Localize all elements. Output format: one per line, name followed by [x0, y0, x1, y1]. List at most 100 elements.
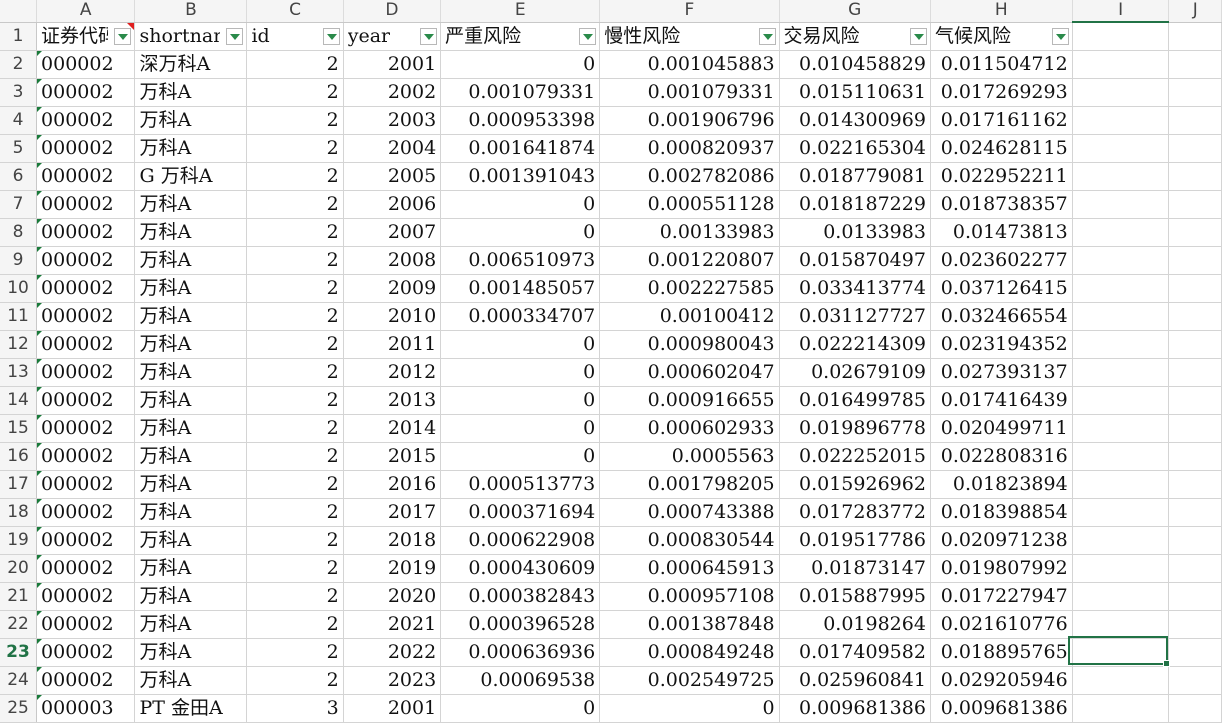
cell-chronic-risk[interactable]: 0.002227585 — [599, 274, 780, 303]
cell-severe-risk[interactable]: 0.000622908 — [440, 526, 601, 555]
cell-severe-risk[interactable]: 0 — [440, 330, 601, 359]
cell-shortname[interactable]: 万科A — [134, 526, 248, 555]
cell-transition-risk[interactable]: 0.016499785 — [779, 386, 931, 415]
cell-severe-risk[interactable]: 0.000371694 — [440, 498, 601, 527]
cell-chronic-risk[interactable]: 0.002549725 — [599, 666, 780, 695]
cell-shortname[interactable]: 万科A — [134, 330, 248, 359]
row-header[interactable]: 8 — [0, 218, 38, 247]
cell-transition-risk[interactable]: 0.015887995 — [779, 582, 931, 611]
filter-dropdown-button[interactable] — [579, 27, 597, 45]
cell-security-code[interactable]: 000002 — [36, 162, 136, 191]
row-header[interactable]: 12 — [0, 330, 38, 359]
cell-chronic-risk[interactable]: 0.000957108 — [599, 582, 780, 611]
cell-severe-risk[interactable]: 0.000382843 — [440, 582, 601, 611]
row-header[interactable]: 17 — [0, 470, 38, 499]
cell-chronic-risk[interactable]: 0.001220807 — [599, 246, 780, 275]
cell-security-code[interactable]: 000002 — [36, 274, 136, 303]
cell-shortname[interactable]: 万科A — [134, 78, 248, 107]
cell-year[interactable]: 2001 — [343, 50, 442, 79]
cell-chronic-risk[interactable]: 0.001387848 — [599, 610, 780, 639]
cell-severe-risk[interactable]: 0 — [440, 218, 601, 247]
row-header[interactable]: 5 — [0, 134, 38, 163]
cell-chronic-risk[interactable]: 0.000602933 — [599, 414, 780, 443]
cell-transition-risk[interactable]: 0.014300969 — [779, 106, 931, 135]
filter-dropdown-button[interactable] — [420, 27, 438, 45]
filter-dropdown-button[interactable] — [322, 27, 340, 45]
cell-year[interactable]: 2015 — [343, 442, 442, 471]
cell-id[interactable]: 2 — [246, 386, 344, 415]
empty-cell[interactable] — [1168, 218, 1222, 247]
cell-climate-risk[interactable]: 0.01473813 — [930, 218, 1073, 247]
cell-shortname[interactable]: G 万科A — [134, 162, 248, 191]
empty-cell[interactable] — [1168, 134, 1222, 163]
row-header[interactable]: 20 — [0, 554, 38, 583]
cell-transition-risk[interactable]: 0.019517786 — [779, 526, 931, 555]
cell-shortname[interactable]: 万科A — [134, 386, 248, 415]
cell-shortname[interactable]: 万科A — [134, 106, 248, 135]
cell-year[interactable]: 2022 — [343, 638, 442, 667]
empty-cell[interactable] — [1072, 274, 1170, 303]
cell-chronic-risk[interactable]: 0.000916655 — [599, 386, 780, 415]
cell-year[interactable]: 2021 — [343, 610, 442, 639]
empty-cell[interactable] — [1072, 638, 1170, 667]
cell-climate-risk[interactable]: 0.023194352 — [930, 330, 1073, 359]
empty-cell[interactable] — [1072, 246, 1170, 275]
cell-climate-risk[interactable]: 0.024628115 — [930, 134, 1073, 163]
cell-climate-risk[interactable]: 0.029205946 — [930, 666, 1073, 695]
cell-id[interactable]: 2 — [246, 582, 344, 611]
empty-cell[interactable] — [1072, 78, 1170, 107]
cell-year[interactable]: 2020 — [343, 582, 442, 611]
cell-transition-risk[interactable]: 0.01873147 — [779, 554, 931, 583]
cell-shortname[interactable]: 万科A — [134, 274, 248, 303]
empty-cell[interactable] — [1072, 470, 1170, 499]
cell-id[interactable]: 2 — [246, 330, 344, 359]
empty-cell[interactable] — [1072, 302, 1170, 331]
cell-id[interactable]: 2 — [246, 638, 344, 667]
cell-id[interactable]: 2 — [246, 190, 344, 219]
cell-chronic-risk[interactable]: 0.000645913 — [599, 554, 780, 583]
cell-transition-risk[interactable]: 0.017409582 — [779, 638, 931, 667]
cell-id[interactable]: 2 — [246, 106, 344, 135]
empty-cell[interactable] — [1072, 694, 1170, 723]
cell-chronic-risk[interactable]: 0 — [599, 694, 780, 723]
cell-severe-risk[interactable]: 0.000953398 — [440, 106, 601, 135]
column-header-f[interactable]: F — [599, 0, 780, 23]
cell-severe-risk[interactable]: 0 — [440, 190, 601, 219]
cell-id[interactable]: 2 — [246, 162, 344, 191]
cell-chronic-risk[interactable]: 0.001079331 — [599, 78, 780, 107]
cell-climate-risk[interactable]: 0.017161162 — [930, 106, 1073, 135]
row-header[interactable]: 21 — [0, 582, 38, 611]
filter-dropdown-button[interactable] — [758, 27, 776, 45]
cell-security-code[interactable]: 000002 — [36, 610, 136, 639]
cell-severe-risk[interactable]: 0 — [440, 386, 601, 415]
column-header-e[interactable]: E — [440, 0, 601, 23]
field-header-cell[interactable]: 交易风险 — [779, 22, 931, 51]
row-header[interactable]: 22 — [0, 610, 38, 639]
cell-transition-risk[interactable]: 0.025960841 — [779, 666, 931, 695]
cell-year[interactable]: 2005 — [343, 162, 442, 191]
cell-year[interactable]: 2014 — [343, 414, 442, 443]
cell-climate-risk[interactable]: 0.020971238 — [930, 526, 1073, 555]
cell-climate-risk[interactable]: 0.017269293 — [930, 78, 1073, 107]
cell-severe-risk[interactable]: 0.000334707 — [440, 302, 601, 331]
field-header-cell[interactable]: 证券代码 — [36, 22, 136, 51]
cell-transition-risk[interactable]: 0.0198264 — [779, 610, 931, 639]
empty-cell[interactable] — [1072, 190, 1170, 219]
empty-cell[interactable] — [1168, 638, 1222, 667]
row-header[interactable]: 25 — [0, 694, 38, 723]
cell-transition-risk[interactable]: 0.010458829 — [779, 50, 931, 79]
cell-security-code[interactable]: 000002 — [36, 470, 136, 499]
column-header-c[interactable]: C — [246, 0, 344, 23]
cell-id[interactable]: 2 — [246, 50, 344, 79]
row-header[interactable]: 15 — [0, 414, 38, 443]
cell-year[interactable]: 2008 — [343, 246, 442, 275]
cell-year[interactable]: 2007 — [343, 218, 442, 247]
cell-year[interactable]: 2023 — [343, 666, 442, 695]
cell-id[interactable]: 3 — [246, 694, 344, 723]
cell-shortname[interactable]: 万科A — [134, 442, 248, 471]
cell-id[interactable]: 2 — [246, 358, 344, 387]
cell-security-code[interactable]: 000002 — [36, 526, 136, 555]
empty-cell[interactable] — [1072, 134, 1170, 163]
cell-climate-risk[interactable]: 0.037126415 — [930, 274, 1073, 303]
empty-cell[interactable] — [1168, 50, 1222, 79]
